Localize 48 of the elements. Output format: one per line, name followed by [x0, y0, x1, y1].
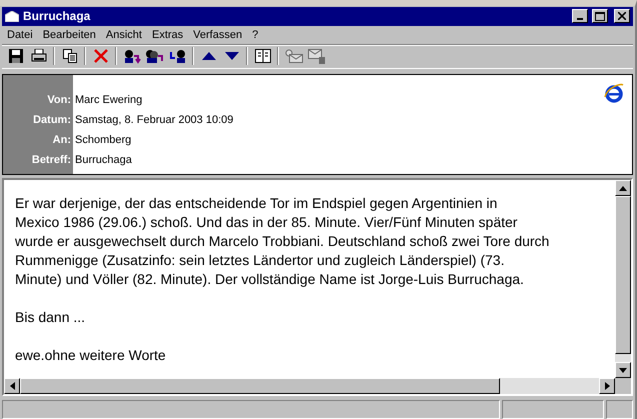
down-triangle-icon	[619, 368, 627, 373]
field-value: Marc Ewering	[75, 93, 144, 108]
menu-item[interactable]: ?	[247, 28, 264, 41]
close-icon	[618, 12, 626, 20]
maximize-icon	[595, 12, 605, 21]
copy-icon	[62, 49, 76, 64]
down-arrow-icon	[224, 52, 238, 60]
vertical-scrollbar[interactable]	[615, 180, 631, 378]
up-arrow-icon	[202, 52, 216, 60]
field-value: Schomberg	[75, 133, 132, 148]
horizontal-scrollbar[interactable]	[4, 378, 615, 394]
scroll-up-button[interactable]	[615, 180, 631, 196]
scrollbar-thumb[interactable]	[20, 378, 500, 394]
minimize-button[interactable]	[572, 9, 588, 24]
menu-item[interactable]: Verfassen	[188, 28, 248, 41]
field-value: Samstag, 8. Februar 2003 10:09	[75, 113, 234, 128]
close-button[interactable]	[614, 9, 630, 24]
message-paragraph: Bis dann ...	[15, 308, 86, 328]
up-triangle-icon	[619, 186, 627, 191]
menu-item[interactable]: Ansicht	[100, 28, 147, 41]
menu-item[interactable]: Bearbeiten	[38, 28, 101, 41]
delete-icon	[94, 49, 108, 64]
field-label: Von:	[47, 93, 71, 108]
envelope-lock-icon	[308, 48, 326, 64]
person-arrow-icon	[122, 48, 140, 64]
field-label: Datum:	[33, 113, 71, 128]
menu-item[interactable]: Extras	[146, 28, 188, 41]
maximize-button[interactable]	[592, 9, 608, 24]
right-triangle-icon	[604, 382, 610, 390]
scrollbar-thumb[interactable]	[615, 196, 631, 354]
field-label: An:	[52, 133, 71, 148]
arrow-person-icon	[168, 48, 186, 64]
field-label: Betreff:	[32, 153, 71, 168]
printer-icon	[30, 49, 46, 64]
menu-item[interactable]: Datei	[2, 28, 38, 41]
scroll-down-button[interactable]	[615, 362, 631, 378]
scroll-right-button[interactable]	[599, 378, 615, 394]
message-paragraph: Er war derjenige, der das entscheidende Tor im Endspiel gegen Argentinien in Mexico 1986 (29.06.) schoß. Und das in der 85. Minute. Vier/Fünf Minuten später wurde er ausgewechselt durch Marcelo Trobbiani. Deutschland schoß zwei Tore durch Rummenigge (Zusatzinfo: sein letztes Ländertor und zugleich Länderspiel) (73. Minute) und Völler (82. Minute). Der vollständige Name ist Jorge-Luis Burruchaga.	[15, 194, 550, 290]
field-value: Burruchaga	[75, 153, 133, 168]
left-triangle-icon	[10, 382, 14, 390]
message-paragraph: ewe.ohne weitere Worte	[15, 346, 167, 366]
address-book-icon	[254, 49, 270, 64]
scroll-left-button[interactable]	[4, 378, 20, 394]
browser-logo-icon	[604, 83, 624, 104]
scrollbar-corner	[615, 378, 631, 394]
people-arrow-icon	[145, 48, 164, 64]
window-title: Burruchaga	[23, 9, 92, 24]
envelope-seal-icon	[284, 49, 302, 64]
